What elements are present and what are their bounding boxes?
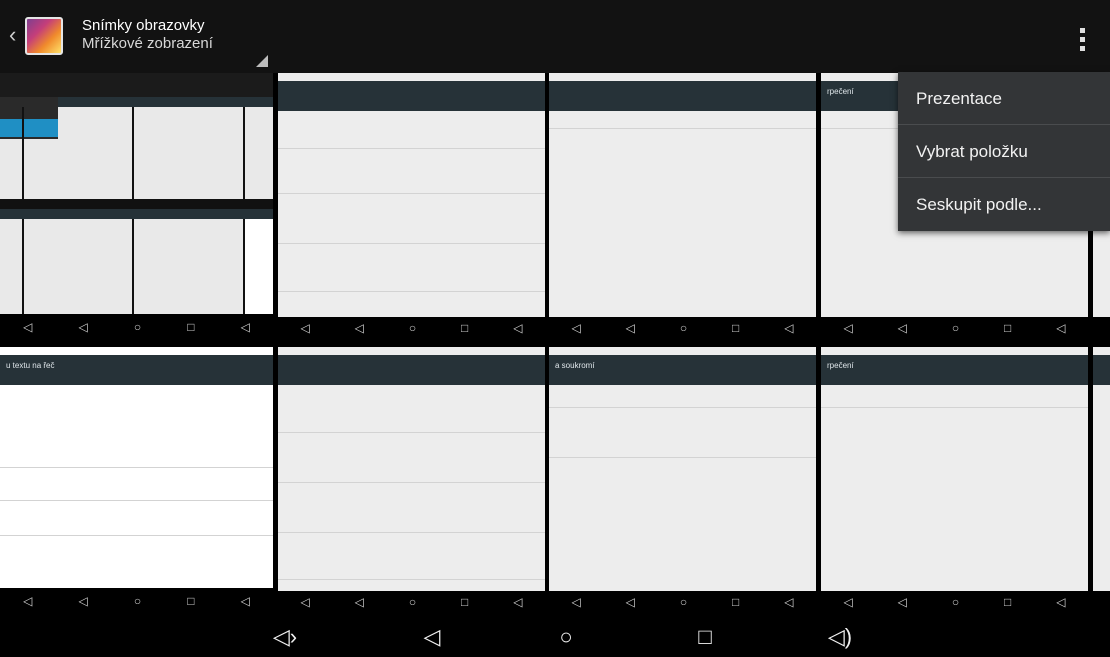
volume-up-icon: ◁ — [784, 321, 794, 335]
volume-down-icon: ◁ — [300, 321, 310, 335]
volume-down-icon: ◁ — [571, 595, 581, 609]
volume-down-icon: ◁ — [23, 319, 33, 334]
back-icon: ◁ — [625, 595, 635, 609]
volume-down-icon: ◁ — [300, 595, 310, 609]
thumbnail[interactable]: rpečení ◁ ◁ ○ □ ◁ — [821, 347, 1088, 613]
overflow-menu: Prezentace Vybrat položku Seskupit podle… — [898, 72, 1110, 231]
thumbnail[interactable]: ◁ ◁ ○ □ ◁ — [549, 73, 816, 339]
back-icon: ◁ — [354, 595, 364, 609]
thumbnail-navbar: ◁ ◁ ○ □ ◁ — [0, 314, 273, 339]
volume-up-icon: ◁ — [240, 319, 250, 334]
home-icon: ○ — [133, 593, 142, 608]
thumbnail[interactable]: ◁ ◁ ○ □ ◁ — [0, 73, 273, 339]
recents-icon: □ — [732, 321, 740, 335]
thumbnail[interactable]: ◁ ◁ ○ □ ◁ — [278, 73, 545, 339]
thumbnail[interactable]: a soukromí ◁ ◁ ○ □ ◁ — [549, 347, 816, 613]
back-icon: ◁ — [78, 593, 88, 608]
volume-up-icon: ◁ — [513, 595, 523, 609]
recents-icon: □ — [187, 593, 195, 608]
recents-icon: □ — [461, 595, 469, 609]
thumbnail-caption: u textu na řeč — [6, 361, 55, 370]
home-icon: ○ — [133, 319, 142, 334]
album-title: Snímky obrazovky — [82, 17, 205, 34]
thumbnail-header — [278, 81, 545, 111]
volume-up-icon: ◁ — [1056, 321, 1066, 335]
chevron-left-icon[interactable]: ‹ — [9, 24, 16, 46]
action-bar: ‹ Snímky obrazovky Mřížkové zobrazení — [0, 0, 1110, 73]
back-icon: ◁ — [897, 321, 907, 335]
thumbnail-navbar: ◁ ◁ ○ □ ◁ — [821, 591, 1088, 613]
volume-down-icon: ◁ — [843, 595, 853, 609]
thumbnail-header — [549, 81, 816, 111]
gallery-app-icon[interactable] — [25, 17, 63, 55]
thumbnail-header — [1093, 355, 1110, 385]
back-icon: ◁ — [897, 595, 907, 609]
back-icon: ◁ — [625, 321, 635, 335]
thumbnail-navbar: ◁ ◁ ○ □ ◁ — [0, 588, 273, 613]
thumbnail-header — [278, 355, 545, 385]
thumbnail-navbar — [1093, 591, 1110, 613]
thumbnail-header — [821, 355, 1088, 385]
overflow-menu-icon[interactable] — [1076, 28, 1090, 52]
system-nav-bar: ◁› ◁ ○ □ ◁) — [0, 617, 1110, 657]
thumbnail[interactable]: ◁ ◁ ○ □ ◁ — [278, 347, 545, 613]
home-icon: ○ — [408, 321, 417, 335]
thumbnail-navbar — [1093, 317, 1110, 339]
back-icon: ◁ — [354, 321, 364, 335]
volume-up-icon: ◁ — [784, 595, 794, 609]
home-icon: ○ — [679, 321, 688, 335]
thumbnail-caption: a soukromí — [555, 361, 595, 370]
volume-down-icon: ◁ — [571, 321, 581, 335]
title-block[interactable]: Snímky obrazovky Mřížkové zobrazení — [82, 17, 213, 53]
recents-icon[interactable]: □ — [685, 623, 725, 651]
home-icon: ○ — [679, 595, 688, 609]
recents-icon: □ — [1004, 321, 1012, 335]
home-icon[interactable]: ○ — [546, 623, 586, 651]
volume-down-icon[interactable]: ◁› — [265, 623, 305, 651]
thumbnail[interactable] — [1093, 347, 1110, 613]
volume-up-icon[interactable]: ◁) — [820, 623, 860, 651]
back-icon[interactable]: ◁ — [412, 623, 452, 651]
thumbnail-navbar: ◁ ◁ ○ □ ◁ — [821, 317, 1088, 339]
volume-up-icon: ◁ — [513, 321, 523, 335]
thumbnail-navbar: ◁ ◁ ○ □ ◁ — [278, 317, 545, 339]
thumbnail-navbar: ◁ ◁ ○ □ ◁ — [549, 317, 816, 339]
menu-item-slideshow[interactable]: Prezentace — [898, 72, 1110, 125]
thumbnail-navbar: ◁ ◁ ○ □ ◁ — [278, 591, 545, 613]
home-icon: ○ — [408, 595, 417, 609]
thumbnail-caption: rpečení — [827, 361, 854, 370]
thumbnail-header — [0, 355, 273, 385]
home-icon: ○ — [951, 321, 960, 335]
volume-up-icon: ◁ — [240, 593, 250, 608]
volume-down-icon: ◁ — [23, 593, 33, 608]
home-icon: ○ — [951, 595, 960, 609]
recents-icon: □ — [732, 595, 740, 609]
recents-icon: □ — [461, 321, 469, 335]
dropdown-indicator-icon[interactable] — [256, 55, 268, 67]
menu-item-group-by[interactable]: Seskupit podle... — [898, 178, 1110, 231]
thumbnail-caption: rpečení — [827, 87, 854, 96]
back-icon: ◁ — [78, 319, 88, 334]
menu-item-select[interactable]: Vybrat položku — [898, 125, 1110, 178]
recents-icon: □ — [1004, 595, 1012, 609]
recents-icon: □ — [187, 319, 195, 334]
view-mode-subtitle: Mřížkové zobrazení — [82, 35, 213, 52]
thumbnail[interactable]: u textu na řeč ◁ ◁ ○ □ ◁ — [0, 347, 273, 613]
volume-down-icon: ◁ — [843, 321, 853, 335]
thumbnail-header — [549, 355, 816, 385]
thumbnail-navbar: ◁ ◁ ○ □ ◁ — [549, 591, 816, 613]
volume-up-icon: ◁ — [1056, 595, 1066, 609]
